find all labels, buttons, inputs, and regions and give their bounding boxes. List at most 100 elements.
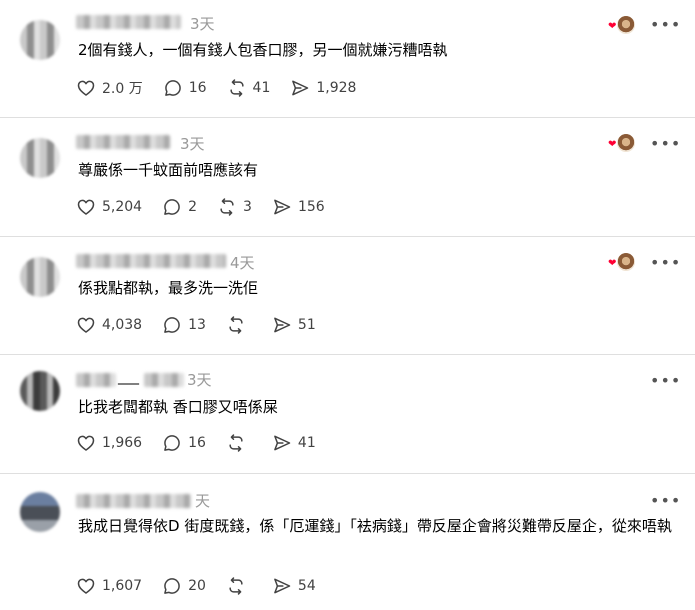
username-blurred[interactable] xyxy=(76,254,226,268)
speech-bubble-icon xyxy=(164,435,180,451)
post-timestamp: 3天 xyxy=(190,15,215,33)
reply-button[interactable]: 20 xyxy=(162,576,206,596)
reply-count: 2 xyxy=(188,199,198,215)
author-avatar xyxy=(616,15,636,35)
reply-button[interactable]: 16 xyxy=(162,433,206,453)
share-count: 1,928 xyxy=(316,80,357,96)
paper-plane-icon xyxy=(292,80,309,96)
share-button[interactable]: 51 xyxy=(272,315,316,335)
avatar[interactable] xyxy=(20,492,60,532)
like-count: 2.0 万 xyxy=(102,81,143,97)
like-count: 4,038 xyxy=(102,317,143,333)
repost-button[interactable] xyxy=(226,433,252,453)
share-count: 41 xyxy=(297,435,316,451)
username-blurred[interactable] xyxy=(76,15,181,29)
avatar[interactable] xyxy=(20,138,60,178)
repost-arrows-icon xyxy=(229,79,244,97)
avatar[interactable] xyxy=(20,371,60,411)
repost-button[interactable]: 41 xyxy=(227,78,271,98)
like-count: 1,607 xyxy=(102,578,143,594)
share-button[interactable]: 1,928 xyxy=(290,78,356,98)
username-blurred[interactable] xyxy=(76,494,191,508)
more-dots-icon[interactable]: ••• xyxy=(650,255,681,271)
action-bar: 2.0 万 16 41 1,928 xyxy=(76,78,376,98)
like-button[interactable]: 5,204 xyxy=(76,197,142,217)
author-liked-badge: ❤ xyxy=(608,252,636,274)
post-text: 2個有錢人，一個有錢人包香口膠，另一個就嫌污糟唔執 xyxy=(78,41,448,59)
reply-count: 13 xyxy=(188,317,206,333)
more-dots-icon[interactable]: ••• xyxy=(650,493,681,509)
author-avatar xyxy=(616,252,636,272)
paper-plane-icon xyxy=(274,578,291,594)
heart-outline-icon xyxy=(77,435,95,451)
repost-count: 3 xyxy=(243,199,252,215)
share-count: 54 xyxy=(297,578,316,594)
heart-outline-icon xyxy=(77,578,95,594)
reply-button[interactable]: 16 xyxy=(163,78,207,98)
post-text: 我成日覺得依D 街度既錢，係「厄運錢」「袪病錢」帶反屋企會將災難帶反屋企，從來唔… xyxy=(78,517,672,535)
post-text: 係我點都執，最多洗一洗佢 xyxy=(78,279,259,297)
reply-post: 天 ••• 我成日覺得依D 街度既錢，係「厄運錢」「袪病錢」帶反屋企會將災難帶反… xyxy=(0,474,695,610)
username-fragment[interactable]: ___ xyxy=(118,369,139,385)
action-bar: 1,607 20 54 xyxy=(76,576,336,596)
share-count: 156 xyxy=(297,199,325,215)
action-bar: 4,038 13 51 xyxy=(76,315,336,335)
paper-plane-icon xyxy=(274,317,291,333)
reply-button[interactable]: 2 xyxy=(162,197,197,217)
avatar[interactable] xyxy=(20,257,60,297)
action-bar: 1,966 16 41 xyxy=(76,433,336,453)
speech-bubble-icon xyxy=(164,80,181,96)
author-liked-badge: ❤ xyxy=(608,133,636,155)
share-count: 51 xyxy=(297,317,316,333)
reply-post: 4天 ❤ ••• 係我點都執，最多洗一洗佢 4,038 13 51 xyxy=(0,237,695,355)
like-button[interactable]: 1,607 xyxy=(76,576,142,596)
thread-replies-feed: 3天 ❤ ••• 2個有錢人，一個有錢人包香口膠，另一個就嫌污糟唔執 2.0 万… xyxy=(0,0,695,610)
speech-bubble-icon xyxy=(164,317,180,333)
reply-count: 16 xyxy=(188,435,206,451)
username-blurred[interactable] xyxy=(76,373,116,387)
username-blurred[interactable] xyxy=(76,135,170,149)
share-button[interactable]: 156 xyxy=(272,197,325,217)
repost-button[interactable]: 3 xyxy=(217,197,252,217)
like-button[interactable]: 4,038 xyxy=(76,315,142,335)
reply-count: 20 xyxy=(188,578,206,594)
action-bar: 5,204 2 3 156 xyxy=(76,197,345,217)
like-count: 5,204 xyxy=(102,199,143,215)
paper-plane-icon xyxy=(274,435,291,451)
repost-arrows-icon xyxy=(229,577,243,595)
avatar[interactable] xyxy=(20,20,60,60)
like-count: 1,966 xyxy=(102,435,143,451)
reply-button[interactable]: 13 xyxy=(162,315,206,335)
reply-post: ___ 3天 ••• 比我老闆都執 香口膠又唔係屎 1,966 16 41 xyxy=(0,355,695,474)
repost-arrows-icon xyxy=(229,434,243,452)
post-text: 尊嚴係一千蚊面前唔應該有 xyxy=(78,161,259,179)
repost-button[interactable] xyxy=(226,315,252,335)
post-timestamp: 天 xyxy=(195,492,211,510)
like-button[interactable]: 2.0 万 xyxy=(76,78,143,98)
heart-outline-icon xyxy=(77,80,95,96)
post-timestamp: 4天 xyxy=(230,254,255,272)
post-timestamp: 3天 xyxy=(180,135,205,153)
repost-arrows-icon xyxy=(220,198,234,216)
username-blurred[interactable] xyxy=(144,373,184,387)
more-dots-icon[interactable]: ••• xyxy=(650,373,681,389)
paper-plane-icon xyxy=(274,199,291,215)
repost-count: 41 xyxy=(252,80,271,96)
like-button[interactable]: 1,966 xyxy=(76,433,142,453)
speech-bubble-icon xyxy=(164,199,180,215)
more-dots-icon[interactable]: ••• xyxy=(650,136,681,152)
reply-post: 3天 ❤ ••• 尊嚴係一千蚊面前唔應該有 5,204 2 3 156 xyxy=(0,118,695,237)
speech-bubble-icon xyxy=(164,578,180,594)
repost-arrows-icon xyxy=(229,316,243,334)
author-liked-badge: ❤ xyxy=(608,15,636,37)
share-button[interactable]: 41 xyxy=(272,433,316,453)
post-timestamp: 3天 xyxy=(187,371,212,389)
heart-outline-icon xyxy=(77,317,95,333)
repost-button[interactable] xyxy=(226,576,252,596)
more-dots-icon[interactable]: ••• xyxy=(650,17,681,33)
heart-outline-icon xyxy=(77,199,95,215)
author-avatar xyxy=(616,133,636,153)
reply-post: 3天 ❤ ••• 2個有錢人，一個有錢人包香口膠，另一個就嫌污糟唔執 2.0 万… xyxy=(0,0,695,118)
reply-count: 16 xyxy=(188,80,207,96)
share-button[interactable]: 54 xyxy=(272,576,316,596)
